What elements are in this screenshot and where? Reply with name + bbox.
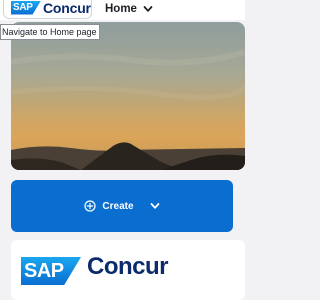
top-navigation-bar: SAP Concur Home	[0, 0, 245, 20]
company-logo-card: SAP Concur	[11, 240, 245, 300]
chevron-down-icon[interactable]	[150, 201, 160, 211]
home-logo-button[interactable]: SAP Concur	[3, 0, 92, 19]
chevron-down-icon	[143, 6, 153, 12]
create-button-label: Create	[102, 200, 134, 212]
create-button[interactable]: Create	[11, 180, 233, 232]
plus-circle-icon	[84, 200, 97, 212]
home-menu-label: Home	[105, 3, 137, 15]
concur-logo-text: Concur	[43, 0, 91, 16]
sap-logo: SAP	[21, 257, 81, 285]
landscape-image	[11, 22, 245, 170]
sap-logo: SAP	[11, 0, 41, 15]
home-menu-dropdown[interactable]: Home	[105, 1, 153, 17]
concur-logo-text: Concur	[87, 253, 169, 280]
hero-landscape-image	[11, 22, 245, 170]
home-tooltip: Navigate to Home page	[0, 24, 100, 40]
